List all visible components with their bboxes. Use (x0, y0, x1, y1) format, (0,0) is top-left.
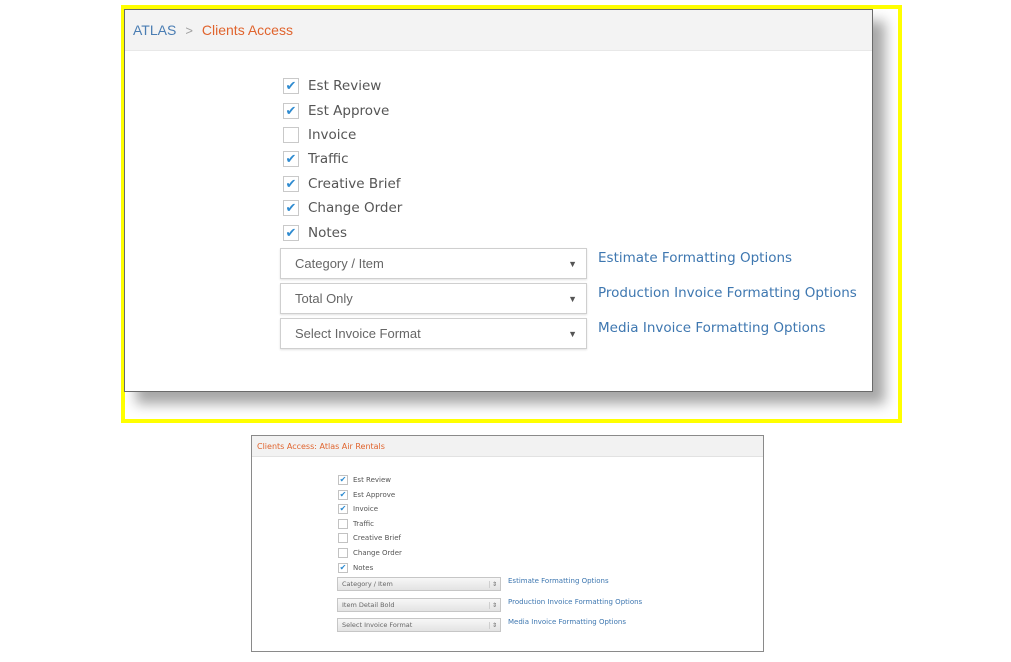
estimate-format-select[interactable]: Category / Item ⇕ (337, 577, 501, 591)
chevron-right-icon: > (185, 22, 193, 38)
updown-arrow-icon: ⇕ (488, 580, 497, 588)
checkbox-invoice[interactable]: ✔ Invoice (338, 503, 378, 514)
checkmark-icon: ✔ (285, 200, 297, 216)
checkbox-label: Creative Brief (308, 176, 401, 192)
checkbox-creative-brief[interactable]: ✔ Creative Brief (283, 175, 401, 193)
media-invoice-format-select[interactable]: Select Invoice Format ▼ (280, 318, 587, 349)
breadcrumb-root-link[interactable]: ATLAS (133, 22, 176, 38)
checkbox-change-order[interactable]: Change Order (338, 547, 402, 558)
checkbox-label: Notes (308, 225, 347, 241)
checkmark-icon: ✔ (339, 474, 347, 484)
updown-arrow-icon: ⇕ (488, 621, 497, 629)
breadcrumb-current: Clients Access (201, 22, 293, 38)
select-value: Item Detail Bold (342, 601, 395, 609)
checkbox-notes[interactable]: ✔ Notes (338, 562, 373, 573)
checkbox-label: Creative Brief (353, 533, 401, 542)
production-invoice-format-select[interactable]: Item Detail Bold ⇕ (337, 598, 501, 612)
updown-arrow-icon: ⇕ (488, 601, 497, 609)
checkbox-est-approve[interactable]: ✔ Est Approve (338, 489, 395, 500)
checkbox-label: Est Review (353, 475, 392, 484)
checkbox-box[interactable]: ✔ (338, 489, 348, 500)
checkbox-label: Notes (353, 563, 374, 572)
checkbox-box[interactable]: ✔ (283, 225, 299, 241)
checkbox-box[interactable]: ✔ (283, 78, 299, 94)
production-invoice-formatting-options-link[interactable]: Production Invoice Formatting Options (508, 598, 642, 606)
select-value: Total Only (295, 291, 353, 306)
checkbox-box[interactable]: ✔ (338, 474, 348, 485)
select-value: Category / Item (342, 580, 393, 588)
estimate-formatting-options-link[interactable]: Estimate Formatting Options (508, 577, 609, 585)
select-value: Category / Item (295, 256, 384, 271)
checkmark-icon: ✔ (339, 503, 347, 513)
checkbox-label: Est Approve (308, 103, 390, 119)
checkbox-traffic[interactable]: Traffic (338, 518, 374, 529)
select-value: Select Invoice Format (295, 326, 421, 341)
checkbox-invoice[interactable]: Invoice (283, 126, 356, 144)
caret-down-icon: ▼ (568, 293, 577, 304)
checkbox-change-order[interactable]: ✔ Change Order (283, 199, 402, 217)
checkbox-box[interactable] (338, 547, 348, 558)
clients-access-panel: ATLAS > Clients Access ✔ Est Review ✔ Es… (124, 9, 873, 392)
checkbox-label: Change Order (353, 548, 402, 557)
checkbox-label: Change Order (308, 200, 403, 216)
checkmark-icon: ✔ (339, 562, 347, 572)
checkmark-icon: ✔ (285, 225, 297, 241)
checkbox-label: Traffic (353, 519, 375, 528)
checkbox-box[interactable]: ✔ (283, 103, 299, 119)
panel-title: Clients Access: Atlas Air Rentals (252, 436, 763, 457)
checkmark-icon: ✔ (339, 489, 347, 499)
checkmark-icon: ✔ (285, 103, 297, 119)
checkbox-box[interactable]: ✔ (338, 503, 348, 514)
production-invoice-format-select[interactable]: Total Only ▼ (280, 283, 587, 314)
estimate-format-select[interactable]: Category / Item ▼ (280, 248, 587, 279)
checkbox-creative-brief[interactable]: Creative Brief (338, 532, 401, 543)
checkbox-box[interactable] (338, 518, 348, 529)
checkbox-est-review[interactable]: ✔ Est Review (338, 474, 391, 485)
media-invoice-format-select[interactable]: Select Invoice Format ⇕ (337, 618, 501, 632)
caret-down-icon: ▼ (568, 258, 577, 269)
checkbox-box[interactable] (283, 127, 299, 143)
checkbox-label: Invoice (308, 127, 357, 143)
checkbox-est-review[interactable]: ✔ Est Review (283, 77, 381, 95)
checkmark-icon: ✔ (285, 151, 297, 167)
checkbox-label: Traffic (308, 151, 349, 167)
checkbox-traffic[interactable]: ✔ Traffic (283, 150, 349, 168)
breadcrumb: ATLAS > Clients Access (125, 10, 872, 51)
checkbox-box[interactable] (338, 532, 348, 543)
media-invoice-formatting-options-link[interactable]: Media Invoice Formatting Options (508, 618, 626, 626)
checkbox-label: Est Review (308, 78, 382, 94)
select-value: Select Invoice Format (342, 621, 413, 629)
checkbox-box[interactable]: ✔ (338, 562, 348, 573)
clients-access-old-panel: Clients Access: Atlas Air Rentals ✔ Est … (251, 435, 764, 652)
caret-down-icon: ▼ (568, 328, 577, 339)
estimate-formatting-options-link[interactable]: Estimate Formatting Options (598, 250, 792, 266)
checkbox-box[interactable]: ✔ (283, 151, 299, 167)
checkbox-label: Invoice (353, 504, 379, 513)
checkbox-box[interactable]: ✔ (283, 200, 299, 216)
checkbox-est-approve[interactable]: ✔ Est Approve (283, 102, 389, 120)
checkmark-icon: ✔ (285, 78, 297, 94)
checkmark-icon: ✔ (285, 176, 297, 192)
checkbox-notes[interactable]: ✔ Notes (283, 224, 347, 242)
checkbox-box[interactable]: ✔ (283, 176, 299, 192)
checkbox-label: Est Approve (353, 490, 396, 499)
media-invoice-formatting-options-link[interactable]: Media Invoice Formatting Options (598, 320, 826, 336)
production-invoice-formatting-options-link[interactable]: Production Invoice Formatting Options (598, 285, 857, 301)
